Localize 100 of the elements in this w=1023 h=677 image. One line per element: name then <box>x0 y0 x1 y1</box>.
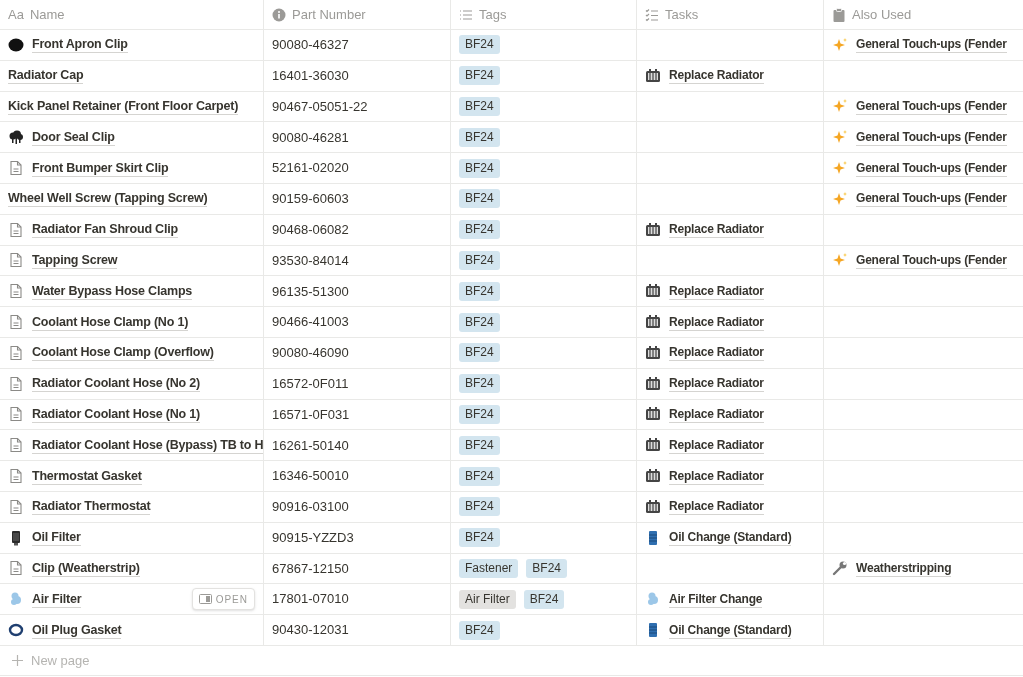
part-number: 90430-12031 <box>272 621 349 640</box>
page-title[interactable]: Radiator Coolant Hose (No 2) <box>32 375 201 393</box>
part-number: 93530-84014 <box>272 251 349 270</box>
tag: BF24 <box>459 250 500 270</box>
tag: BF24 <box>523 589 565 609</box>
clipboard-icon <box>832 7 846 22</box>
radiator-icon <box>645 375 661 392</box>
tag: BF24 <box>459 528 500 548</box>
page-title[interactable]: Radiator Cap <box>8 67 84 85</box>
page-title[interactable]: Kick Panel Retainer (Front Floor Carpet) <box>8 98 239 115</box>
part-number: 16261-50140 <box>272 436 349 455</box>
part-number: 90915-YZZD3 <box>272 528 354 547</box>
page-icon <box>8 437 24 454</box>
page-title[interactable]: Front Apron Clip <box>32 36 128 54</box>
page-title[interactable]: Front Bumper Skirt Clip <box>32 159 169 177</box>
tag: BF24 <box>459 497 500 517</box>
wrench-icon <box>832 560 848 577</box>
relation-link[interactable]: General Touch-ups (Fender <box>856 190 1007 208</box>
list-icon <box>459 7 473 22</box>
tag: BF24 <box>459 343 500 363</box>
page-title[interactable]: Oil Filter <box>32 529 81 547</box>
page-icon <box>8 314 24 331</box>
page-icon <box>8 221 24 238</box>
part-number: 90466-41003 <box>272 313 349 332</box>
page-icon <box>8 498 24 515</box>
tag: BF24 <box>459 189 500 209</box>
part-number: 16572-0F011 <box>272 374 349 393</box>
relation-link[interactable]: Replace Radiator <box>669 405 764 423</box>
radiator-icon <box>645 283 661 300</box>
tag: BF24 <box>459 127 500 147</box>
relation-link[interactable]: Replace Radiator <box>669 282 764 300</box>
ring-icon <box>8 622 24 639</box>
relation-link[interactable]: General Touch-ups (Fender <box>856 98 1007 115</box>
tag: BF24 <box>459 466 500 486</box>
tag: BF24 <box>459 66 500 86</box>
air-puff-icon <box>8 591 24 608</box>
page-icon <box>8 560 24 577</box>
relation-link[interactable]: Replace Radiator <box>669 221 764 239</box>
radiator-icon <box>645 498 661 515</box>
part-number: 96135-51300 <box>272 282 349 301</box>
relation-link[interactable]: Replace Radiator <box>669 467 764 485</box>
air-puff-icon <box>645 591 661 608</box>
part-number: 90080-46327 <box>272 36 349 55</box>
tag: BF24 <box>459 35 500 55</box>
relation-link[interactable]: General Touch-ups (Fender <box>856 159 1007 177</box>
part-number: 16346-50010 <box>272 467 349 486</box>
relation-link[interactable]: General Touch-ups (Fender <box>856 251 1007 269</box>
page-title[interactable]: Radiator Coolant Hose (Bypass) TB to H <box>32 436 264 454</box>
tag: BF24 <box>526 558 568 578</box>
page-title[interactable]: Clip (Weatherstrip) <box>32 559 140 577</box>
part-number: 90468-06082 <box>272 220 349 239</box>
relation-link[interactable]: Oil Change (Standard) <box>669 621 792 639</box>
page-title[interactable]: Air Filter <box>32 590 82 608</box>
blob-icon <box>8 36 24 53</box>
relation-link[interactable]: Oil Change (Standard) <box>669 529 792 547</box>
relation-link[interactable]: Replace Radiator <box>669 375 764 393</box>
plus-icon <box>12 654 23 666</box>
tag: Fastener <box>459 558 519 578</box>
part-number: 90916-03100 <box>272 498 349 517</box>
page-icon <box>8 375 24 392</box>
page-title[interactable]: Tapping Screw <box>32 251 118 269</box>
relation-link[interactable]: General Touch-ups (Fender <box>856 36 1007 54</box>
page-title[interactable]: Oil Plug Gasket <box>32 621 122 639</box>
relation-link[interactable]: Air Filter Change <box>669 590 763 608</box>
tag: BF24 <box>459 312 500 332</box>
tag: BF24 <box>459 435 500 455</box>
page-title[interactable]: Radiator Coolant Hose (No 1) <box>32 405 201 423</box>
page-title[interactable]: Coolant Hose Clamp (Overflow) <box>32 344 214 362</box>
part-number: 90467-05051-22 <box>272 97 368 116</box>
part-number: 16571-0F031 <box>272 405 350 424</box>
page-title[interactable]: Wheel Well Screw (Tapping Screw) <box>8 190 208 208</box>
relation-link[interactable]: Replace Radiator <box>669 313 764 331</box>
relation-link[interactable]: Replace Radiator <box>669 436 764 454</box>
part-number: 90080-46090 <box>272 344 349 363</box>
page-title[interactable]: Thermostat Gasket <box>32 467 142 485</box>
page-title[interactable]: Door Seal Clip <box>32 128 115 146</box>
page-title[interactable]: Water Bypass Hose Clamps <box>32 282 193 300</box>
part-number: 52161-02020 <box>272 159 349 178</box>
tag: BF24 <box>459 620 500 640</box>
radiator-icon <box>645 437 661 454</box>
relation-link[interactable]: Replace Radiator <box>669 344 764 362</box>
part-number: 90159-60603 <box>272 190 349 209</box>
page-title[interactable]: Coolant Hose Clamp (No 1) <box>32 313 189 331</box>
radiator-icon <box>645 406 661 423</box>
sparkle-icon <box>832 190 848 207</box>
radiator-icon <box>645 67 661 84</box>
page-title[interactable]: Radiator Fan Shroud Clip <box>32 221 178 239</box>
tag: BF24 <box>459 281 500 301</box>
page-title[interactable]: Radiator Thermostat <box>32 498 151 516</box>
part-number: 17801-07010 <box>272 590 349 609</box>
relation-link[interactable]: Weatherstripping <box>856 559 952 577</box>
radiator-icon <box>645 221 661 238</box>
relation-link[interactable]: Replace Radiator <box>669 67 764 85</box>
text-type-icon: Aa <box>8 4 24 25</box>
relation-link[interactable]: Replace Radiator <box>669 498 764 516</box>
checklist-icon <box>645 7 659 22</box>
tag: BF24 <box>459 220 500 240</box>
page-icon <box>8 283 24 300</box>
relation-link[interactable]: General Touch-ups (Fender <box>856 128 1007 146</box>
radiator-icon <box>645 314 661 331</box>
